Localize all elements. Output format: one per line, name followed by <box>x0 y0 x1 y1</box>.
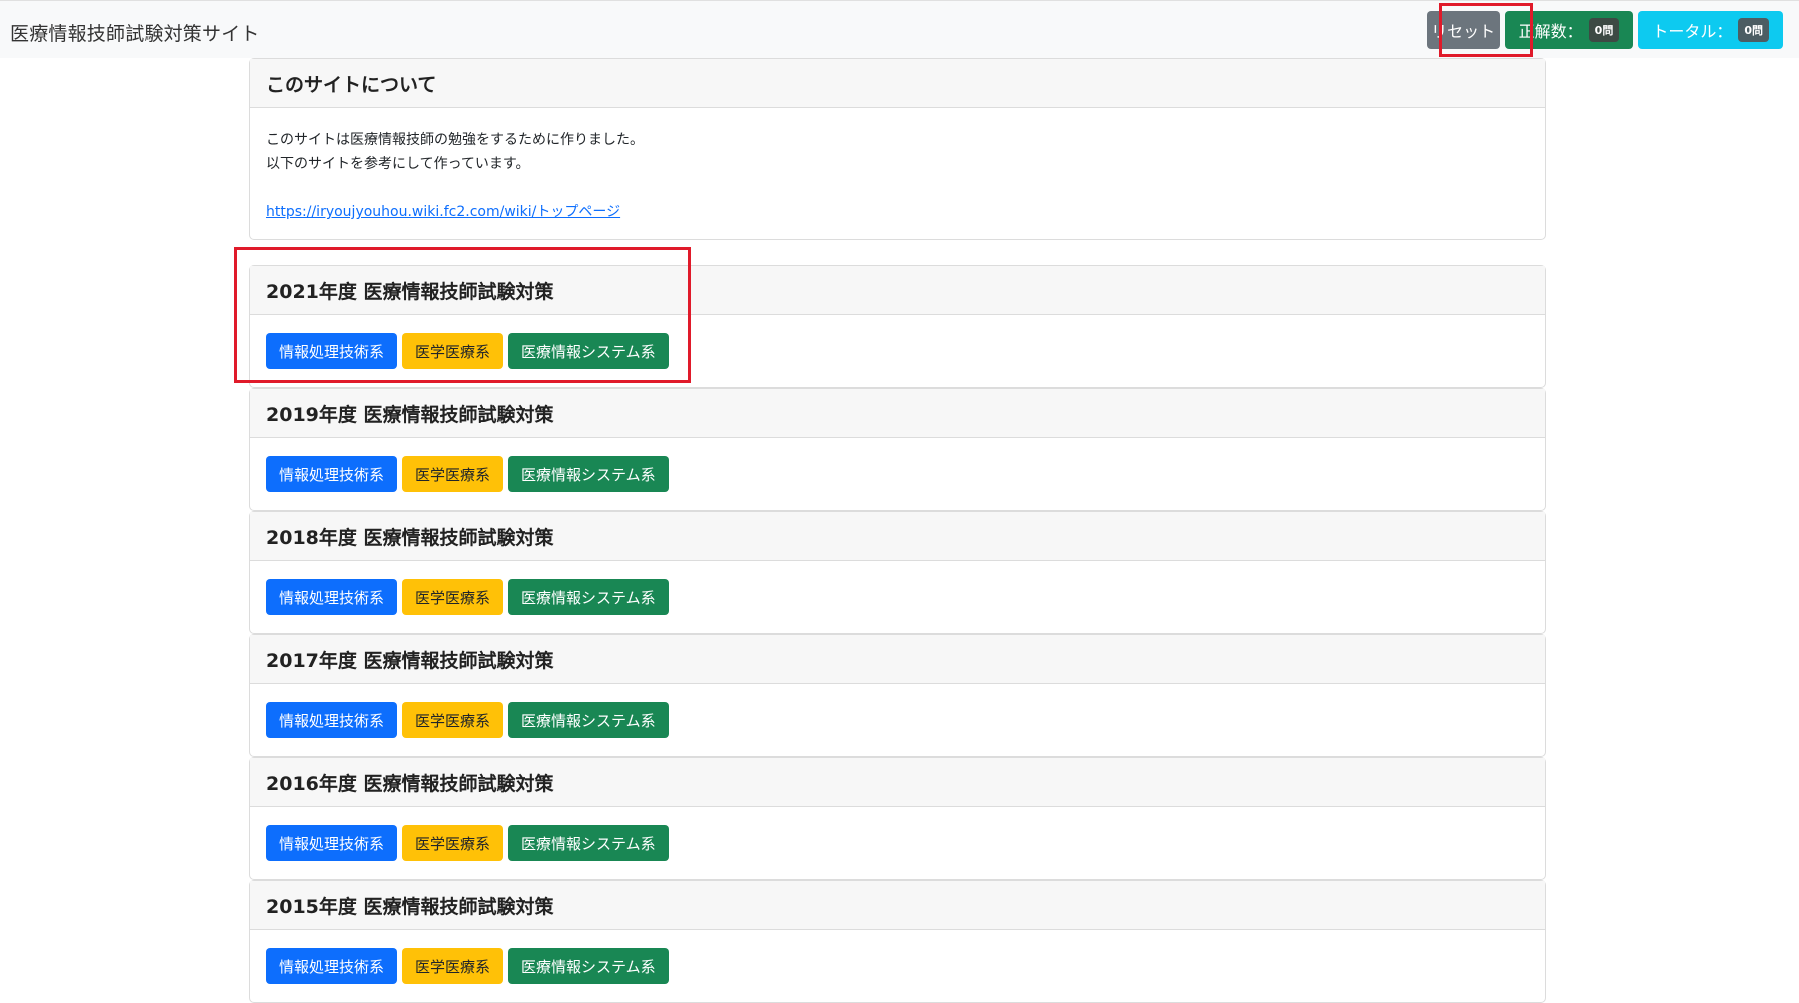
site-brand[interactable]: 医療情報技師試験対策サイト <box>10 19 260 46</box>
year-card-title: 2015年度 医療情報技師試験対策 <box>250 881 1545 930</box>
year-card-title: 2021年度 医療情報技師試験対策 <box>250 266 1545 315</box>
correct-count-label: 正解数： <box>1518 22 1583 41</box>
year-card-buttons: 情報処理技術系 医学医療系 医療情報システム系 <box>250 315 1545 387</box>
medical-system-button[interactable]: 医療情報システム系 <box>508 825 669 861</box>
info-processing-button[interactable]: 情報処理技術系 <box>266 825 398 861</box>
medical-button[interactable]: 医学医療系 <box>402 456 504 492</box>
navbar: 医療情報技師試験対策サイト リセット 正解数： 0問 トータル： 0問 <box>0 0 1799 58</box>
year-card-title: 2017年度 医療情報技師試験対策 <box>250 635 1545 684</box>
total-count-button[interactable]: トータル： 0問 <box>1638 11 1783 49</box>
info-processing-button[interactable]: 情報処理技術系 <box>266 702 398 738</box>
info-processing-button[interactable]: 情報処理技術系 <box>266 456 398 492</box>
about-card-title: このサイトについて <box>250 59 1545 108</box>
medical-system-button[interactable]: 医療情報システム系 <box>508 456 669 492</box>
main-container: このサイトについて このサイトは医療情報技師の勉強をするために作りました。 以下… <box>249 58 1546 1003</box>
correct-count-badge: 0問 <box>1588 18 1620 42</box>
about-line-2: 以下のサイトを参考にして作っています。 <box>266 156 530 172</box>
medical-button[interactable]: 医学医療系 <box>402 333 504 369</box>
about-card-body: このサイトは医療情報技師の勉強をするために作りました。 以下のサイトを参考にして… <box>250 108 1545 239</box>
year-card-2019: 2019年度 医療情報技師試験対策 情報処理技術系 医学医療系 医療情報システム… <box>249 388 1546 511</box>
info-processing-button[interactable]: 情報処理技術系 <box>266 579 398 615</box>
year-card-buttons: 情報処理技術系 医学医療系 医療情報システム系 <box>250 684 1545 756</box>
total-count-label: トータル： <box>1652 22 1733 41</box>
medical-button[interactable]: 医学医療系 <box>402 825 504 861</box>
year-card-buttons: 情報処理技術系 医学医療系 医療情報システム系 <box>250 438 1545 510</box>
medical-system-button[interactable]: 医療情報システム系 <box>508 579 669 615</box>
year-card-buttons: 情報処理技術系 医学医療系 医療情報システム系 <box>250 807 1545 879</box>
about-spacer <box>266 176 1529 200</box>
about-line-1: このサイトは医療情報技師の勉強をするために作りました。 <box>266 132 644 148</box>
navbar-actions: リセット 正解数： 0問 トータル： 0問 <box>1426 11 1783 49</box>
medical-system-button[interactable]: 医療情報システム系 <box>508 333 669 369</box>
reset-button[interactable]: リセット <box>1426 11 1500 49</box>
year-card-2018: 2018年度 医療情報技師試験対策 情報処理技術系 医学医療系 医療情報システム… <box>249 511 1546 634</box>
year-card-2017: 2017年度 医療情報技師試験対策 情報処理技術系 医学医療系 医療情報システム… <box>249 634 1546 757</box>
year-card-title: 2019年度 医療情報技師試験対策 <box>250 389 1545 438</box>
year-card-2016: 2016年度 医療情報技師試験対策 情報処理技術系 医学医療系 医療情報システム… <box>249 757 1546 880</box>
medical-button[interactable]: 医学医療系 <box>402 579 504 615</box>
year-card-buttons: 情報処理技術系 医学医療系 医療情報システム系 <box>250 930 1545 1002</box>
info-processing-button[interactable]: 情報処理技術系 <box>266 333 398 369</box>
year-card-2021: 2021年度 医療情報技師試験対策 情報処理技術系 医学医療系 医療情報システム… <box>249 265 1546 388</box>
reference-link[interactable]: https://iryoujyouhou.wiki.fc2.com/wiki/ト… <box>266 204 620 220</box>
total-count-badge: 0問 <box>1738 18 1769 42</box>
medical-system-button[interactable]: 医療情報システム系 <box>508 702 669 738</box>
year-card-title: 2016年度 医療情報技師試験対策 <box>250 758 1545 807</box>
year-card-title: 2018年度 医療情報技師試験対策 <box>250 512 1545 561</box>
about-card: このサイトについて このサイトは医療情報技師の勉強をするために作りました。 以下… <box>249 58 1546 240</box>
correct-count-button[interactable]: 正解数： 0問 <box>1504 11 1634 49</box>
year-card-2015: 2015年度 医療情報技師試験対策 情報処理技術系 医学医療系 医療情報システム… <box>249 880 1546 1003</box>
medical-button[interactable]: 医学医療系 <box>402 702 504 738</box>
year-card-buttons: 情報処理技術系 医学医療系 医療情報システム系 <box>250 561 1545 633</box>
